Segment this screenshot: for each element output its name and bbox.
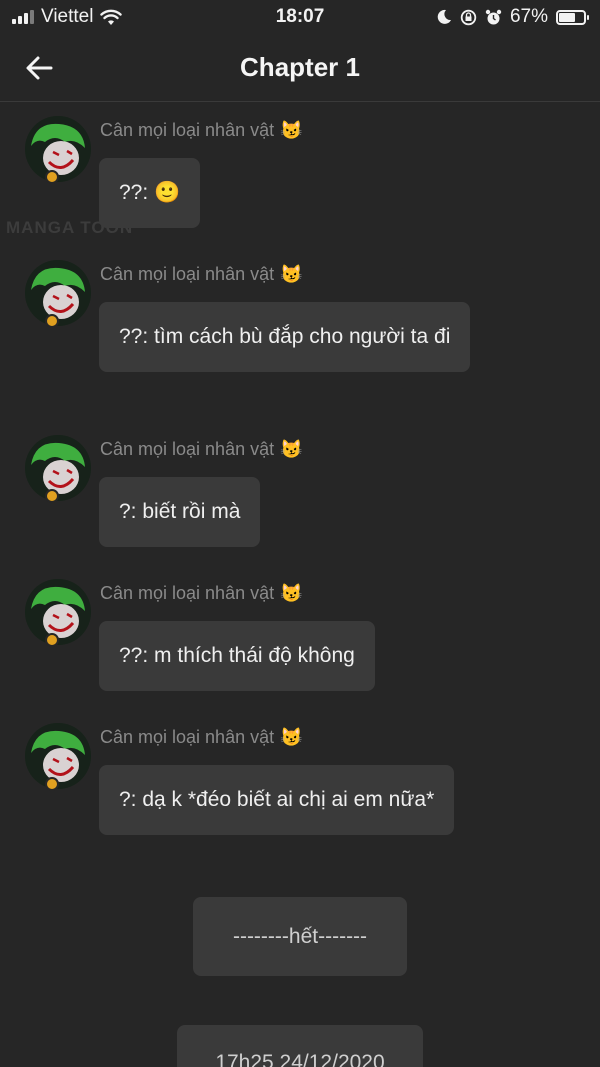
character-avatar-icon xyxy=(25,260,91,326)
cat-emoji: 😼 xyxy=(280,264,303,284)
avatar[interactable] xyxy=(25,723,91,789)
carrier-label: Viettel xyxy=(41,6,94,27)
back-button[interactable] xyxy=(22,50,58,86)
avatar[interactable] xyxy=(25,116,91,182)
wifi-icon xyxy=(100,9,123,25)
character-avatar-icon xyxy=(25,435,91,501)
cat-emoji: 😼 xyxy=(280,120,303,140)
rotation-lock-icon xyxy=(460,9,477,25)
avatar-badge xyxy=(45,633,59,647)
cat-emoji: 😼 xyxy=(280,439,303,459)
timestamp-text: 17h25 24/12/2020 xyxy=(215,1051,385,1067)
signal-icon xyxy=(12,10,34,24)
chat-screen: Viettel 18:07 67% Chapter 1 MANGA TOON C… xyxy=(0,0,600,1067)
timestamp-label: 17h25 24/12/2020 xyxy=(177,1025,423,1067)
moon-icon xyxy=(437,9,451,24)
message-bubble: ?: dạ k *đéo biết ai chị ai em nữa* xyxy=(99,765,455,835)
arrow-left-icon xyxy=(26,56,53,80)
avatar[interactable] xyxy=(25,435,91,501)
sender-label: Cân mọi loại nhân vật xyxy=(100,264,275,284)
message-bubble: ??: tìm cách bù đắp cho người ta đi xyxy=(99,302,471,372)
sender-name: Cân mọi loại nhân vật 😼 xyxy=(100,264,303,285)
battery-icon xyxy=(556,9,589,25)
page-title: Chapter 1 xyxy=(240,52,360,82)
status-bar: Viettel 18:07 67% xyxy=(0,0,600,34)
character-avatar-icon xyxy=(25,116,91,182)
message-bubble: ??: m thích thái độ không xyxy=(99,621,375,691)
end-label: --------hết------- xyxy=(193,897,407,976)
sender-label: Cân mọi loại nhân vật xyxy=(100,120,275,140)
sender-name: Cân mọi loại nhân vật 😼 xyxy=(100,439,303,460)
battery-fill xyxy=(559,12,576,22)
nav-bar: Chapter 1 xyxy=(0,34,600,102)
character-avatar-icon xyxy=(25,723,91,789)
sender-label: Cân mọi loại nhân vật xyxy=(100,439,275,459)
avatar[interactable] xyxy=(25,260,91,326)
message-bubble: ??: 🙂 xyxy=(99,158,201,228)
cat-emoji: 😼 xyxy=(280,583,303,603)
avatar-badge xyxy=(45,314,59,328)
sender-label: Cân mọi loại nhân vật xyxy=(100,583,275,603)
sender-name: Cân mọi loại nhân vật 😼 xyxy=(100,120,303,141)
sender-name: Cân mọi loại nhân vật 😼 xyxy=(100,583,303,604)
avatar-badge xyxy=(45,489,59,503)
character-avatar-icon xyxy=(25,579,91,645)
avatar-badge xyxy=(45,777,59,791)
battery-percent: 67% xyxy=(509,6,548,27)
avatar-badge xyxy=(45,170,59,184)
avatar[interactable] xyxy=(25,579,91,645)
cat-emoji: 😼 xyxy=(280,727,303,747)
sender-label: Cân mọi loại nhân vật xyxy=(100,727,275,747)
alarm-icon xyxy=(485,9,502,24)
message-bubble: ?: biết rồi mà xyxy=(99,477,261,547)
sender-name: Cân mọi loại nhân vật 😼 xyxy=(100,727,303,748)
